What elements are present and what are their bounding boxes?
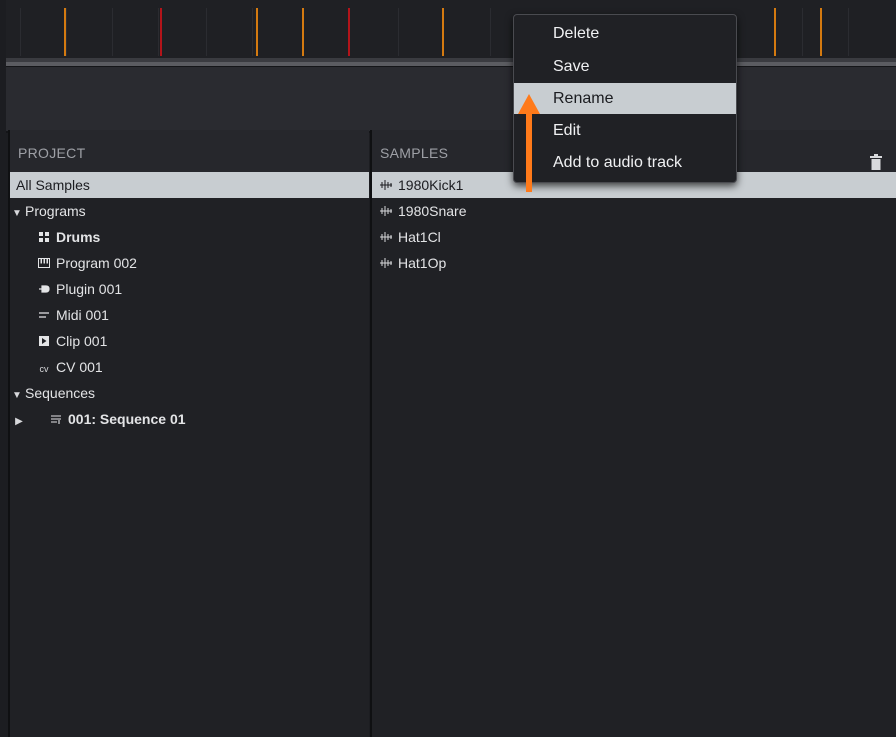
tree-item-label: Programs: [25, 203, 86, 219]
tree-item-clip-001[interactable]: Clip 001: [10, 328, 369, 354]
menu-item-delete[interactable]: Delete: [514, 18, 736, 49]
tree-item-label: CV 001: [56, 359, 103, 375]
menu-item-save[interactable]: Save: [514, 51, 736, 82]
timeline-marker: [160, 8, 162, 56]
waveform-icon: [378, 226, 394, 252]
clip-icon: [36, 330, 52, 356]
timeline-marker: [774, 8, 776, 56]
tree-item-drums[interactable]: Drums: [10, 224, 369, 250]
tree-item-programs[interactable]: ▼ Programs: [10, 198, 369, 224]
sample-item[interactable]: Hat1Op: [372, 250, 896, 276]
project-panel-header: PROJECT: [10, 130, 369, 172]
timeline-marker: [820, 8, 822, 56]
menu-item-edit[interactable]: Edit: [514, 115, 736, 146]
collapse-triangle-icon[interactable]: ▶: [14, 409, 24, 435]
tree-item-midi-001[interactable]: Midi 001: [10, 302, 369, 328]
timeline-marker: [302, 8, 304, 56]
timeline-marker: [256, 8, 258, 56]
waveform-icon: [378, 200, 394, 226]
sample-name: Hat1Op: [398, 255, 447, 271]
grid-line: [112, 8, 113, 56]
tree-item-program-002[interactable]: Program 002: [10, 250, 369, 276]
grid-line: [398, 8, 399, 56]
midi-icon: [36, 304, 52, 330]
grid-line: [252, 8, 253, 56]
cv-icon: cv: [39, 364, 49, 374]
sample-name: Hat1Cl: [398, 229, 441, 245]
menu-item-add-to-audio-track[interactable]: Add to audio track: [514, 147, 736, 178]
sample-name: 1980Kick1: [398, 177, 464, 193]
tree-item-label: 001: Sequence 01: [68, 411, 186, 427]
tree-item-sequence-01[interactable]: ▶ 001: Sequence 01: [10, 406, 369, 432]
keyboard-icon: [36, 252, 52, 278]
grid-line: [158, 8, 159, 56]
grid-line: [848, 8, 849, 56]
tree-item-cv-001[interactable]: cv CV 001: [10, 354, 369, 380]
plug-icon: [36, 278, 52, 304]
tree-item-plugin-001[interactable]: Plugin 001: [10, 276, 369, 302]
timeline-marker: [348, 8, 350, 56]
tree-item-label: Clip 001: [56, 333, 108, 349]
tree-item-sequences[interactable]: ▼ Sequences: [10, 380, 369, 406]
tree-item-all-samples[interactable]: All Samples: [10, 172, 369, 198]
tree-item-label: All Samples: [16, 177, 90, 193]
sequence-icon: [48, 408, 64, 434]
timeline-strip[interactable]: [6, 0, 896, 58]
timeline-marker: [64, 8, 66, 56]
timeline-marker: [442, 8, 444, 56]
sample-item[interactable]: Hat1Cl: [372, 224, 896, 250]
context-menu: Delete Save Rename Edit Add to audio tra…: [513, 14, 737, 183]
tree-item-label: Sequences: [25, 385, 96, 401]
menu-item-rename[interactable]: Rename: [514, 83, 736, 114]
grid-line: [206, 8, 207, 56]
sample-name: 1980Snare: [398, 203, 467, 219]
tree-item-label: Drums: [56, 229, 101, 245]
tree-item-label: Plugin 001: [56, 281, 123, 297]
sample-item[interactable]: 1980Snare: [372, 198, 896, 224]
samples-panel-title: SAMPLES: [380, 145, 449, 161]
trash-icon[interactable]: [870, 142, 882, 170]
tree-item-label: Program 002: [56, 255, 137, 271]
samples-panel: SAMPLES 1980Kick1 1980Snare Hat1Cl Hat1O…: [370, 130, 896, 737]
waveform-icon: [378, 174, 394, 200]
annotation-arrow-icon: [517, 94, 541, 192]
drum-grid-icon: [36, 226, 52, 252]
grid-line: [802, 8, 803, 56]
grid-line: [20, 8, 21, 56]
project-panel: PROJECT All Samples ▼ Programs Drums Prog…: [8, 130, 369, 737]
grid-line: [490, 8, 491, 56]
toolbar-area: [6, 66, 896, 133]
grid-line: [66, 8, 67, 56]
tree-item-label: Midi 001: [56, 307, 109, 323]
waveform-icon: [378, 252, 394, 278]
